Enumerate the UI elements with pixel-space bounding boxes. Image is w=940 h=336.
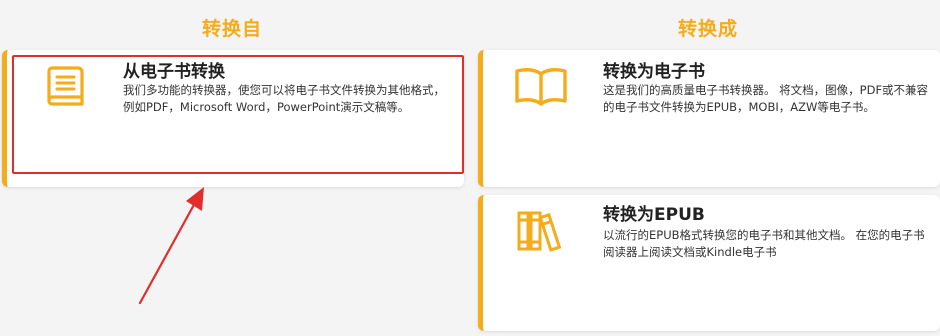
card-title: 从电子书转换 — [123, 62, 225, 82]
card-convert-to-ebook[interactable]: 转换为电子书 这是我们的高质量电子书转换器。 将文档，图像，PDF或不兼容的电子… — [478, 50, 940, 187]
book-icon — [43, 64, 91, 112]
column-title-to: 转换成 — [677, 18, 738, 40]
card-convert-to-epub[interactable]: 转换为EPUB 以流行的EPUB格式转换您的电子书和其他文档。 在您的电子书阅读… — [478, 195, 940, 331]
card-title: 转换为电子书 — [603, 62, 705, 82]
card-title: 转换为EPUB — [603, 205, 705, 225]
card-convert-from-ebook[interactable]: 从电子书转换 我们多功能的转换器，使您可以将电子书文件转换为其他格式，例如PDF… — [2, 50, 464, 187]
card-description: 这是我们的高质量电子书转换器。 将文档，图像，PDF或不兼容的电子书文件转换为E… — [603, 83, 929, 114]
books-icon — [515, 207, 563, 255]
card-description: 我们多功能的转换器，使您可以将电子书文件转换为其他格式，例如PDF，Micros… — [123, 83, 445, 114]
column-title-from: 转换自 — [201, 18, 262, 40]
open-book-icon — [513, 64, 569, 112]
card-description: 以流行的EPUB格式转换您的电子书和其他文档。 在您的电子书阅读器上阅读文档或K… — [603, 228, 925, 259]
annotation-arrow-icon — [138, 187, 204, 305]
